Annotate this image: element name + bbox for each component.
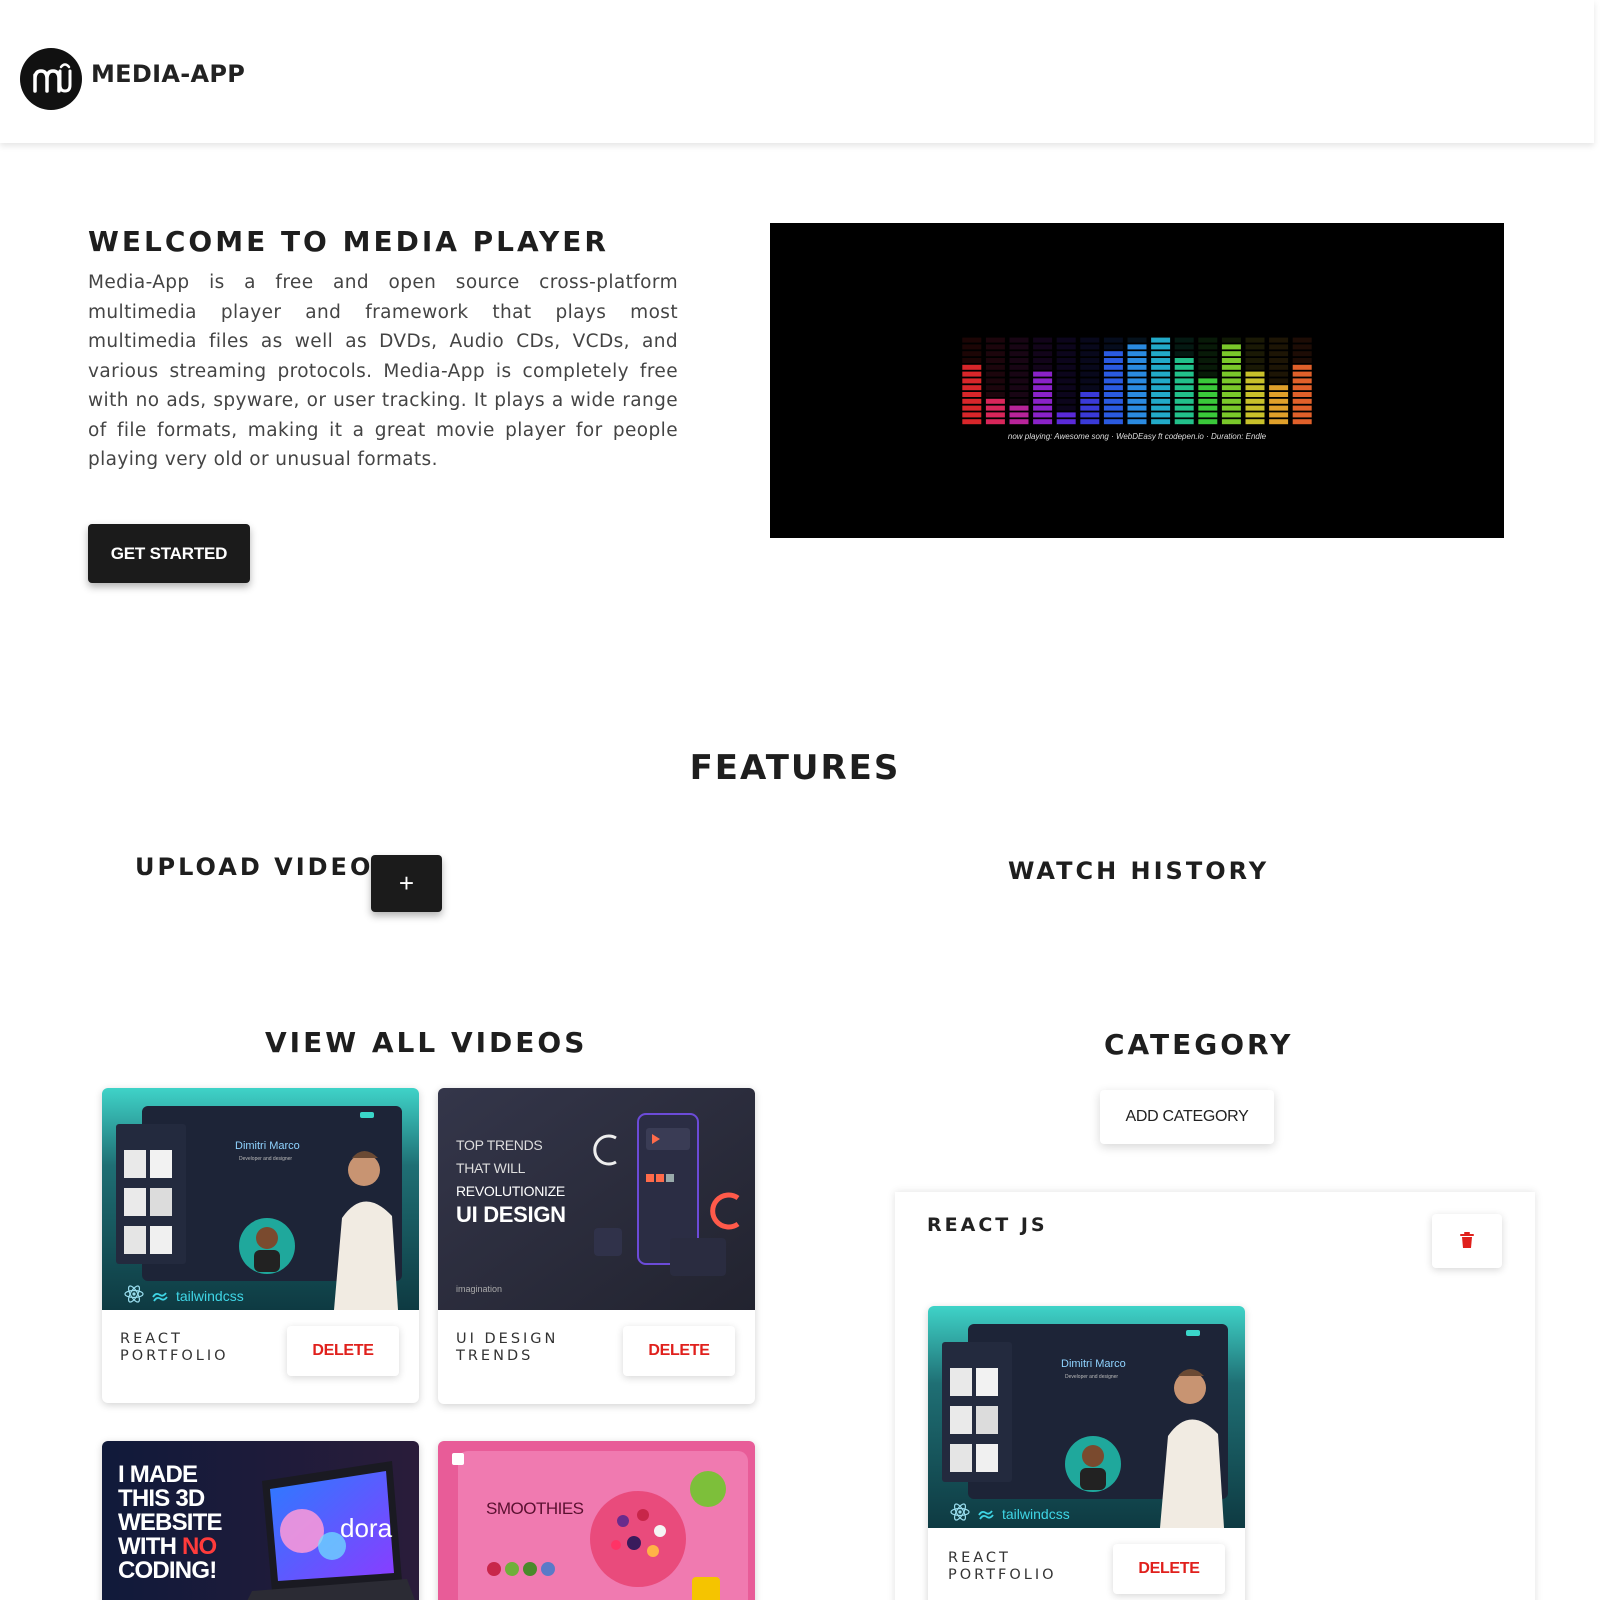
thumb-screen-text: dora xyxy=(340,1513,393,1543)
thumb-footer: tailwindcss xyxy=(950,1503,1070,1525)
tailwind-icon xyxy=(978,1505,994,1524)
thumb-line: THIS 3D xyxy=(118,1485,205,1512)
visualizer-caption: now playing: Awesome song · WebDEasy ft … xyxy=(1007,432,1267,441)
add-category-button[interactable]: ADD CATEGORY xyxy=(1100,1090,1274,1144)
video-thumbnail[interactable]: Dimitri Marco Developer and designer tai… xyxy=(928,1306,1245,1528)
visualizer-bar xyxy=(1221,337,1241,425)
thumb-line: UI DESIGN xyxy=(456,1202,566,1227)
thumb-line: WITH NO xyxy=(118,1535,222,1559)
thumb-subtitle: Developer and designer xyxy=(239,1156,293,1162)
video-thumbnail[interactable]: TOP TRENDS THAT WILL REVOLUTIONIZE UI DE… xyxy=(438,1088,755,1310)
visualizer-bar xyxy=(1127,337,1147,425)
category-panel[interactable]: REACT JS Dimitri Marco Developer and des… xyxy=(895,1192,1535,1600)
react-icon xyxy=(950,1503,970,1525)
visualizer-bar xyxy=(1080,337,1100,425)
thumb-name: Dimitri Marco xyxy=(235,1140,300,1152)
thumb-line: WEBSITE xyxy=(118,1509,223,1536)
visualizer-bar xyxy=(962,337,982,425)
video-thumbnail[interactable]: Dimitri Marco Developer and designer tai… xyxy=(102,1088,419,1310)
thumb-headline: TOP TRENDS THAT WILL REVOLUTIONIZE UI DE… xyxy=(456,1134,566,1226)
thumb-word: WITH xyxy=(118,1533,182,1560)
visualizer-bar xyxy=(1245,337,1265,425)
thumb-headline: SMOOTHIES xyxy=(486,1499,584,1518)
video-title: UI DESIGN TRENDS xyxy=(456,1331,559,1364)
trash-icon xyxy=(1459,1231,1475,1252)
thumb-subtitle: Developer and designer xyxy=(1065,1374,1119,1380)
video-card[interactable]: SMOOTHIES xyxy=(438,1441,755,1600)
view-all-videos-title: VIEW ALL VIDEOS xyxy=(265,1026,588,1059)
delete-video-button[interactable]: DELETE xyxy=(1113,1544,1225,1594)
react-icon xyxy=(124,1285,144,1307)
video-card[interactable]: dora I MADE THIS 3D WEBSITE WITH NO CODI… xyxy=(102,1441,419,1600)
video-title: REACT PORTFOLIO xyxy=(120,1331,229,1364)
visualizer-bar xyxy=(1009,337,1029,425)
thumb-brand: imagination xyxy=(456,1284,503,1294)
delete-video-button[interactable]: DELETE xyxy=(287,1326,399,1376)
video-card[interactable]: Dimitri Marco Developer and designer tai… xyxy=(102,1088,419,1403)
audio-visualizer: now playing: Awesome song · WebDEasy ft … xyxy=(770,223,1504,538)
category-name: REACT JS xyxy=(927,1214,1048,1236)
visualizer-bar xyxy=(1151,337,1171,425)
visualizer-bars xyxy=(962,337,1312,425)
hero-description: Media-App is a free and open source cros… xyxy=(88,272,678,470)
thumb-word-highlight: NO xyxy=(181,1533,217,1560)
visualizer-bar xyxy=(1174,337,1194,425)
category-video-card[interactable]: Dimitri Marco Developer and designer tai… xyxy=(928,1306,1245,1600)
delete-category-button[interactable] xyxy=(1432,1214,1502,1268)
brand-name[interactable]: MEDIA-APP xyxy=(91,60,245,88)
hero-title: WELCOME TO MEDIA PLAYER xyxy=(88,225,609,258)
thumb-line: CODING! xyxy=(118,1557,217,1584)
video-title: REACT PORTFOLIO xyxy=(948,1550,1057,1583)
visualizer-bar xyxy=(1056,337,1076,425)
thumb-line: THAT WILL xyxy=(456,1160,526,1176)
category-title: CATEGORY xyxy=(1104,1028,1294,1061)
video-card[interactable]: TOP TRENDS THAT WILL REVOLUTIONIZE UI DE… xyxy=(438,1088,755,1404)
visualizer-bar xyxy=(985,337,1005,425)
thumb-line: I MADE xyxy=(118,1461,198,1488)
delete-video-button[interactable]: DELETE xyxy=(623,1326,735,1376)
tailwind-icon xyxy=(152,1287,168,1306)
visualizer-bar xyxy=(1033,337,1053,425)
app-logo-icon[interactable] xyxy=(20,48,82,110)
features-title: FEATURES xyxy=(689,748,901,788)
watch-history-link[interactable]: WATCH HISTORY xyxy=(1008,857,1269,885)
thumb-line: TOP TRENDS xyxy=(456,1137,543,1153)
visualizer-bar xyxy=(1292,337,1312,425)
get-started-button[interactable]: GET STARTED xyxy=(88,524,250,583)
thumb-brand: tailwindcss xyxy=(176,1288,244,1304)
upload-video-button[interactable]: + xyxy=(371,855,442,912)
video-thumbnail[interactable]: dora I MADE THIS 3D WEBSITE WITH NO CODI… xyxy=(102,1441,419,1600)
thumb-footer: tailwindcss xyxy=(124,1285,244,1307)
thumb-headline: I MADE THIS 3D WEBSITE WITH NO CODING! xyxy=(118,1461,223,1584)
video-thumbnail[interactable]: SMOOTHIES xyxy=(438,1441,755,1600)
visualizer-bar xyxy=(1103,337,1123,425)
thumb-line: REVOLUTIONIZE xyxy=(456,1183,565,1199)
navbar: MEDIA-APP xyxy=(0,0,1594,143)
visualizer-bar xyxy=(1198,337,1218,425)
visualizer-bar xyxy=(1269,337,1289,425)
thumb-brand: tailwindcss xyxy=(1002,1506,1070,1522)
thumb-name: Dimitri Marco xyxy=(1061,1358,1126,1370)
upload-video-title: UPLOAD VIDEO xyxy=(135,853,374,881)
